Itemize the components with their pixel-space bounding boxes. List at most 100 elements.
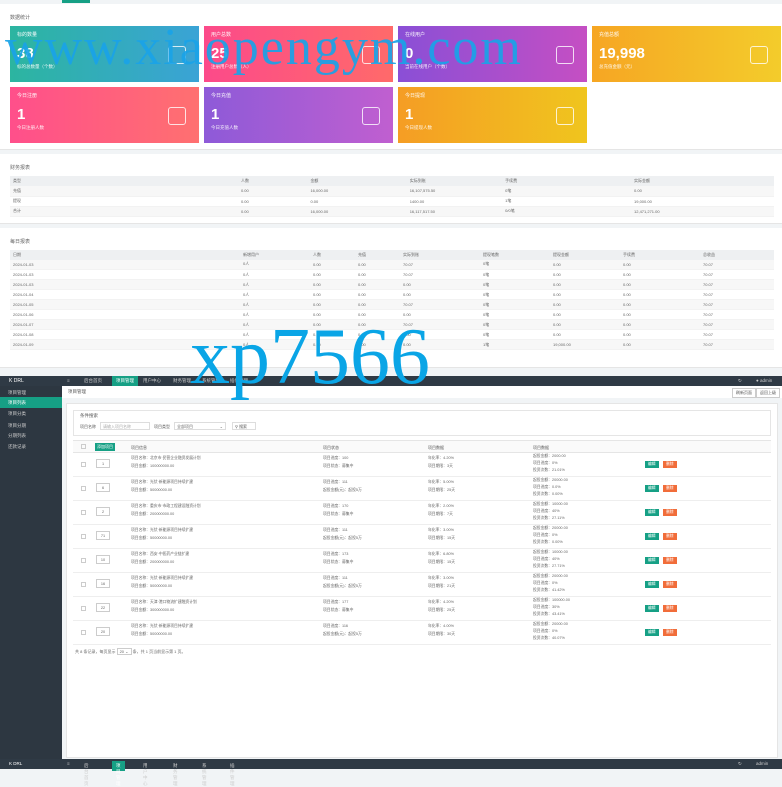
table-cell: 0.00 (310, 299, 355, 310)
table-cell: 19,000.00 (550, 339, 620, 350)
sort-input[interactable]: 6 (96, 483, 110, 492)
cell-text: 投资次数：0.00% (533, 540, 563, 544)
table-cell: 2024-01-09 (10, 339, 120, 350)
edit-button[interactable]: 编辑 (645, 461, 659, 468)
delete-button[interactable]: 删除 (663, 533, 677, 540)
edit-button[interactable]: 编辑 (645, 557, 659, 564)
sort-input[interactable]: 20 (96, 627, 110, 636)
table-cell: 0.00 (620, 329, 700, 340)
cell-text: 起投金额：100000.00 (533, 598, 570, 602)
nav-item[interactable]: 财务管理 (173, 378, 191, 384)
stat-card: 今日提现 1 今日提现人数 (398, 87, 587, 143)
bottom-nav: K DRL ≡ 后台首页 项目管理 用户中心 财务管理 系统管理 插件管理 ↻ admin (0, 759, 782, 786)
edit-button[interactable]: 编辑 (645, 533, 659, 540)
table-cell: 16,000.00 (307, 186, 407, 197)
delete-button[interactable]: 删除 (663, 581, 677, 588)
cell-text: 年化率：3.00% (428, 528, 454, 532)
cell-text: 项目状态：募集中 (323, 512, 354, 516)
bottom-nav-item[interactable]: 后台首页 (84, 763, 89, 787)
table-cell: 70.07 (700, 289, 774, 300)
edit-button[interactable]: 编辑 (645, 509, 659, 516)
sort-input[interactable]: 71 (96, 531, 110, 540)
sort-input[interactable]: 1 (96, 459, 110, 468)
bottom-nav-item[interactable]: 财务管理 (173, 763, 178, 787)
table-cell: 0.00 (550, 279, 620, 290)
column-header: 类型 (10, 176, 120, 186)
table-cell: 0.00 (310, 289, 355, 300)
table-cell: 0.00 (310, 269, 355, 280)
row-checkbox[interactable] (81, 558, 86, 563)
table-cell: 0.00 (620, 309, 700, 320)
bottom-nav-item[interactable]: 项目管理 (112, 761, 125, 786)
delete-button[interactable]: 删除 (663, 461, 677, 468)
table-cell: 0.00 (620, 259, 700, 270)
user-menu[interactable]: ● admin (756, 378, 772, 383)
sidebar-item[interactable]: 项目列表 (0, 397, 62, 408)
row-checkbox[interactable] (81, 534, 86, 539)
back-button[interactable]: 返回上级 (756, 388, 780, 398)
row-checkbox[interactable] (81, 510, 86, 515)
search-button[interactable]: ⚲ 搜索 (232, 422, 256, 430)
cell-text: 项目期限：25天 (428, 488, 456, 492)
row-checkbox[interactable] (81, 486, 86, 491)
bottom-nav-item[interactable]: 插件管理 (230, 763, 235, 787)
sidebar-item[interactable]: 还款记录 (0, 441, 62, 452)
nav-item[interactable]: 项目管理 (112, 376, 138, 386)
bottom-refresh-icon[interactable]: ↻ (738, 761, 742, 767)
sort-input[interactable]: 10 (96, 555, 110, 564)
sort-input[interactable]: 2 (96, 507, 110, 516)
cell-text: 项目期限：15天 (428, 560, 456, 564)
home-icon[interactable]: ≡ (67, 378, 70, 383)
sidebar-group-title[interactable]: 项目分期 (0, 419, 62, 430)
book-icon (556, 46, 574, 64)
refresh-button[interactable]: 刷新页面 (732, 388, 756, 398)
sidebar-group-title[interactable]: 项目管理 (0, 386, 62, 397)
bottom-user[interactable]: admin (756, 761, 768, 766)
table-cell: 2024-01-03 (10, 269, 120, 280)
table-row: 16 项目名称：光伏·新能源项目持续扩建 项目金额：50000000.00 项目进度：… (73, 573, 771, 597)
row-checkbox[interactable] (81, 582, 86, 587)
edit-button[interactable]: 编辑 (645, 605, 659, 612)
table-cell: 0笔 (480, 309, 550, 320)
table-cell: 12,471,271.00 (631, 206, 774, 217)
edit-button[interactable]: 编辑 (645, 629, 659, 636)
cell-text: 年化率：6.80% (428, 552, 454, 556)
add-project-button[interactable]: 添加项目 (95, 443, 115, 451)
page-size-select[interactable]: 20 ⌄ (116, 648, 132, 655)
table-cell: 0.00 (400, 279, 480, 290)
table-cell: 0.00 (550, 259, 620, 270)
cell-text: 投资次数：43.41% (533, 612, 565, 616)
bottom-nav-item[interactable]: 系统管理 (202, 763, 207, 787)
nav-item[interactable]: 后台首页 (84, 378, 102, 384)
row-checkbox[interactable] (81, 606, 86, 611)
delete-button[interactable]: 删除 (663, 509, 677, 516)
stat-card: 今日注册 1 今日注册人数 (10, 87, 199, 143)
edit-button[interactable]: 编辑 (645, 581, 659, 588)
sort-input[interactable]: 16 (96, 579, 110, 588)
delete-button[interactable]: 删除 (663, 485, 677, 492)
refresh-icon[interactable]: ↻ (738, 378, 742, 384)
table-cell: 0笔 (480, 269, 550, 280)
type-select[interactable]: 全部项目 ⌄ (174, 422, 226, 430)
stat-sub: 今日注册人数 (17, 125, 44, 130)
column-header: 日期 (10, 249, 120, 260)
row-checkbox[interactable] (81, 630, 86, 635)
delete-button[interactable]: 删除 (663, 605, 677, 612)
sort-input[interactable]: 22 (96, 603, 110, 612)
delete-button[interactable]: 删除 (663, 629, 677, 636)
table-cell: 0.00 (550, 319, 620, 330)
bottom-nav-item[interactable]: 用户中心 (143, 763, 148, 787)
nav-item[interactable]: 用户中心 (143, 378, 161, 384)
table-cell: 0.00 (550, 289, 620, 300)
cell-text: 年化率：5.00% (428, 480, 454, 484)
sidebar-item[interactable]: 分期列表 (0, 430, 62, 441)
row-checkbox[interactable] (81, 462, 86, 467)
delete-button[interactable]: 删除 (663, 557, 677, 564)
select-all-checkbox[interactable] (81, 444, 86, 449)
bottom-home-icon[interactable]: ≡ (67, 761, 70, 766)
sidebar-item[interactable]: 项目分类 (0, 408, 62, 419)
table-cell: 0.00 (355, 269, 400, 280)
edit-button[interactable]: 编辑 (645, 485, 659, 492)
name-input[interactable]: 请输入项目名称 (100, 422, 150, 430)
table-header-row: 日期 新增用户 人数 充值 实际到账 提现笔数 提现金额 手续费 总收益 (10, 249, 774, 260)
